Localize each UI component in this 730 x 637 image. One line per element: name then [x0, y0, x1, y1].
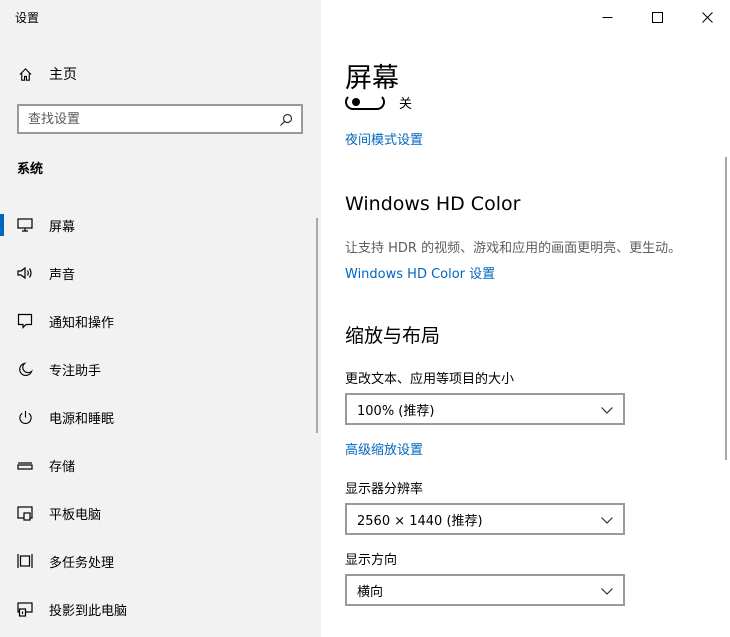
storage-icon	[17, 457, 33, 473]
toggle-knob	[352, 98, 360, 106]
sidebar-item-notifications[interactable]: 通知和操作	[0, 297, 321, 345]
hdr-description: 让支持 HDR 的视频、游戏和应用的画面更明亮、更生动。	[345, 241, 682, 256]
night-light-toggle-row: 关	[345, 92, 412, 112]
chevron-down-icon	[601, 514, 613, 524]
sidebar-item-tablet[interactable]: 平板电脑	[0, 489, 321, 537]
tablet-icon	[17, 505, 33, 521]
content-pane: 屏幕 关 夜间模式设置 Windows HD Color 让支持 HDR 的视频…	[321, 0, 730, 637]
moon-icon	[17, 361, 33, 377]
text-size-dropdown[interactable]: 100% (推荐)	[345, 393, 625, 425]
orientation-value: 横向	[357, 584, 384, 600]
close-button[interactable]	[684, 0, 730, 34]
chevron-down-icon	[601, 585, 613, 595]
sidebar-item-label: 通知和操作	[49, 315, 115, 331]
orientation-label: 显示方向	[345, 553, 398, 568]
sidebar-item-power-sleep[interactable]: 电源和睡眠	[0, 393, 321, 441]
sidebar-item-label: 专注助手	[49, 363, 102, 379]
sidebar-item-project-to-pc[interactable]: 投影到此电脑	[0, 585, 321, 633]
sidebar-item-label: 电源和睡眠	[49, 411, 115, 427]
search-box[interactable]	[17, 104, 303, 134]
sidebar-scrollbar[interactable]	[316, 218, 318, 433]
night-light-settings-link[interactable]: 夜间模式设置	[345, 129, 423, 148]
sidebar-item-label: 平板电脑	[49, 507, 102, 523]
minimize-button[interactable]	[584, 0, 630, 34]
power-icon	[17, 409, 33, 425]
maximize-button[interactable]	[634, 0, 680, 34]
sidebar-item-focus-assist[interactable]: 专注助手	[0, 345, 321, 393]
hdr-heading: Windows HD Color	[345, 193, 521, 215]
sidebar-home[interactable]: 主页	[17, 63, 77, 85]
text-size-value: 100% (推荐)	[357, 403, 435, 419]
sidebar-item-display[interactable]: 屏幕	[0, 201, 321, 249]
sidebar: 设置 主页 系统 屏幕	[0, 0, 321, 637]
resolution-value: 2560 × 1440 (推荐)	[357, 513, 483, 529]
monitor-icon	[17, 217, 33, 233]
app-title: 设置	[15, 11, 40, 25]
home-icon	[17, 66, 33, 82]
close-icon	[701, 8, 713, 27]
scale-layout-heading: 缩放与布局	[345, 325, 441, 347]
sidebar-nav: 屏幕 声音 通知和操作 专注助手 电源和睡眠 存储 平板电脑 多任务处理 投影到…	[0, 201, 321, 633]
page-title: 屏幕	[345, 63, 399, 94]
sidebar-item-sound[interactable]: 声音	[0, 249, 321, 297]
maximize-icon	[651, 8, 663, 27]
night-light-state: 关	[399, 96, 413, 112]
sidebar-item-label: 投影到此电脑	[49, 603, 128, 619]
speaker-icon	[17, 265, 33, 281]
sidebar-item-multitasking[interactable]: 多任务处理	[0, 537, 321, 585]
project-icon	[17, 601, 33, 617]
content-scrollbar[interactable]	[725, 157, 727, 460]
sidebar-home-label: 主页	[49, 67, 77, 83]
minimize-icon	[602, 8, 613, 27]
search-input[interactable]	[19, 111, 279, 127]
multitask-icon	[17, 553, 33, 569]
hdr-settings-link[interactable]: Windows HD Color 设置	[345, 263, 495, 282]
chevron-down-icon	[601, 404, 613, 414]
section-label: 系统	[17, 162, 44, 177]
resolution-dropdown[interactable]: 2560 × 1440 (推荐)	[345, 503, 625, 535]
text-size-label: 更改文本、应用等项目的大小	[345, 372, 515, 387]
resolution-label: 显示器分辨率	[345, 482, 424, 497]
sidebar-item-label: 声音	[49, 267, 76, 283]
advanced-scaling-link[interactable]: 高级缩放设置	[345, 439, 423, 458]
orientation-dropdown[interactable]: 横向	[345, 574, 625, 606]
night-light-toggle[interactable]	[345, 94, 385, 110]
notification-icon	[17, 313, 33, 329]
sidebar-item-storage[interactable]: 存储	[0, 441, 321, 489]
sidebar-item-label: 屏幕	[49, 219, 76, 235]
sidebar-item-label: 存储	[49, 459, 76, 475]
search-icon[interactable]	[279, 112, 293, 126]
sidebar-item-label: 多任务处理	[49, 555, 115, 571]
